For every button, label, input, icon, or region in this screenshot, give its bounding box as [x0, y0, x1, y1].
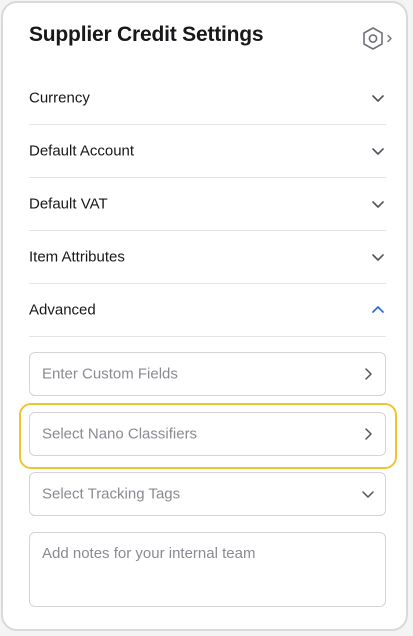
section-label: Currency: [29, 89, 90, 106]
section-label: Advanced: [29, 301, 96, 318]
tracking-tags-select[interactable]: Select Tracking Tags: [29, 472, 386, 516]
nano-classifiers-label: Select Nano Classifiers: [42, 425, 198, 443]
settings-menu-button[interactable]: [361, 25, 397, 53]
section-label: Item Attributes: [29, 248, 125, 265]
custom-fields-label: Enter Custom Fields: [42, 365, 178, 383]
chevron-down-icon: [372, 94, 384, 102]
custom-fields-button[interactable]: Enter Custom Fields: [29, 352, 386, 396]
chevron-right-icon: [365, 368, 372, 380]
section-currency[interactable]: Currency: [29, 71, 386, 125]
section-item-attributes[interactable]: Item Attributes: [29, 230, 386, 284]
chevron-up-icon: [372, 305, 384, 313]
tracking-tags-label: Select Tracking Tags: [42, 485, 181, 503]
section-default-vat[interactable]: Default VAT: [29, 177, 386, 231]
hexagon-settings-icon: [363, 27, 392, 50]
nano-classifiers-button[interactable]: Select Nano Classifiers: [29, 412, 386, 456]
section-label: Default Account: [29, 142, 135, 159]
chevron-down-icon: [372, 200, 384, 208]
panel-title: Supplier Credit Settings: [29, 23, 264, 46]
section-advanced[interactable]: Advanced: [29, 283, 386, 337]
section-default-account[interactable]: Default Account: [29, 124, 386, 178]
section-label: Default VAT: [29, 195, 108, 212]
chevron-down-icon: [372, 147, 384, 155]
chevron-down-icon: [362, 491, 374, 498]
settings-panel: Supplier Credit Settings Currency Defaul…: [1, 1, 408, 631]
chevron-right-icon: [365, 428, 372, 440]
chevron-down-icon: [372, 253, 384, 261]
internal-notes-textarea[interactable]: [29, 532, 386, 607]
